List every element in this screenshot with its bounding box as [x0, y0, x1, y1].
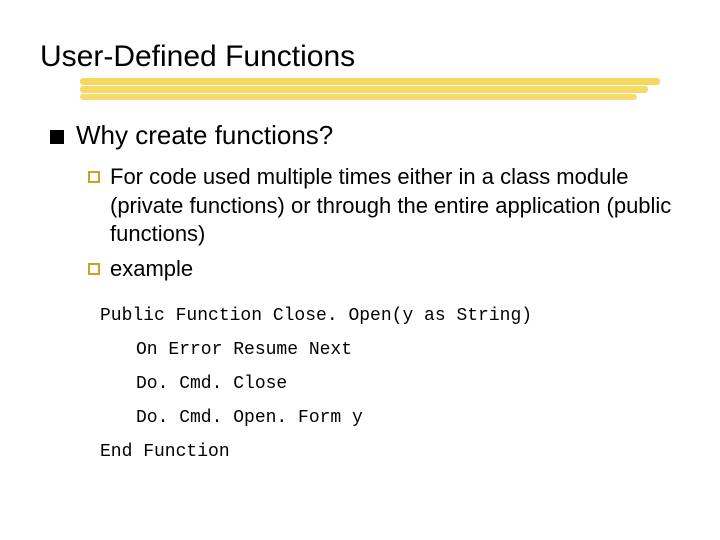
code-line: Do. Cmd. Open. Form y: [100, 409, 680, 427]
section-heading: Why create functions?: [76, 120, 333, 151]
section-heading-row: Why create functions?: [50, 120, 680, 151]
hollow-square-bullet-icon: [88, 263, 100, 275]
code-line: On Error Resume Next: [100, 341, 680, 359]
slide-title: User-Defined Functions: [40, 40, 680, 80]
slide-body: Why create functions? For code used mult…: [40, 120, 680, 461]
code-block: Public Function Close. Open(y as String)…: [100, 307, 680, 461]
code-line: Public Function Close. Open(y as String): [100, 307, 680, 325]
slide: User-Defined Functions Why create functi…: [0, 0, 720, 540]
title-underline-decoration: [80, 78, 660, 100]
list-item-text: For code used multiple times either in a…: [110, 163, 680, 249]
list-item: For code used multiple times either in a…: [88, 163, 680, 249]
code-line: End Function: [100, 443, 680, 461]
square-bullet-icon: [50, 130, 64, 144]
hollow-square-bullet-icon: [88, 171, 100, 183]
list-item: example: [88, 255, 680, 284]
list-item-text: example: [110, 255, 193, 284]
code-line: Do. Cmd. Close: [100, 375, 680, 393]
